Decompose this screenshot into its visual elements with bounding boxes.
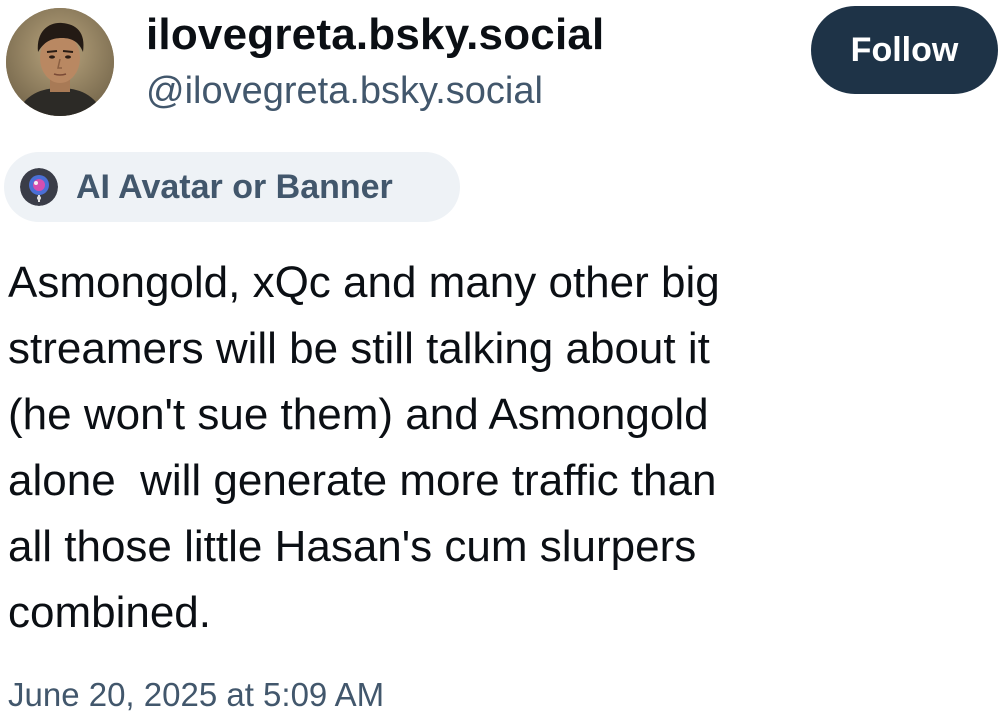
post-text-line: (he won't sue them) and Asmongold bbox=[8, 390, 709, 439]
follow-button[interactable]: Follow bbox=[811, 6, 998, 94]
post-timestamp[interactable]: June 20, 2025 at 5:09 AM bbox=[8, 676, 384, 714]
post-text-line: all those little Hasan's cum slurpers bbox=[8, 522, 697, 571]
post-text-line: streamers will be still talking about it bbox=[8, 324, 710, 373]
post-text-line: alone will generate more traffic than bbox=[8, 456, 717, 505]
post-text-line: Asmongold, xQc and many other big bbox=[8, 258, 720, 307]
content-label-text: AI Avatar or Banner bbox=[76, 167, 393, 206]
avatar-image bbox=[6, 8, 114, 116]
content-label-chip[interactable]: AI Avatar or Banner bbox=[4, 152, 460, 222]
author-display-name[interactable]: ilovegreta.bsky.social bbox=[146, 10, 604, 60]
avatar[interactable] bbox=[6, 8, 114, 116]
post-text-line: combined. bbox=[8, 588, 212, 637]
post-body: Asmongold, xQc and many other big stream… bbox=[8, 250, 993, 646]
labeler-avatar-icon bbox=[20, 168, 58, 206]
author-handle[interactable]: @ilovegreta.bsky.social bbox=[146, 70, 543, 113]
